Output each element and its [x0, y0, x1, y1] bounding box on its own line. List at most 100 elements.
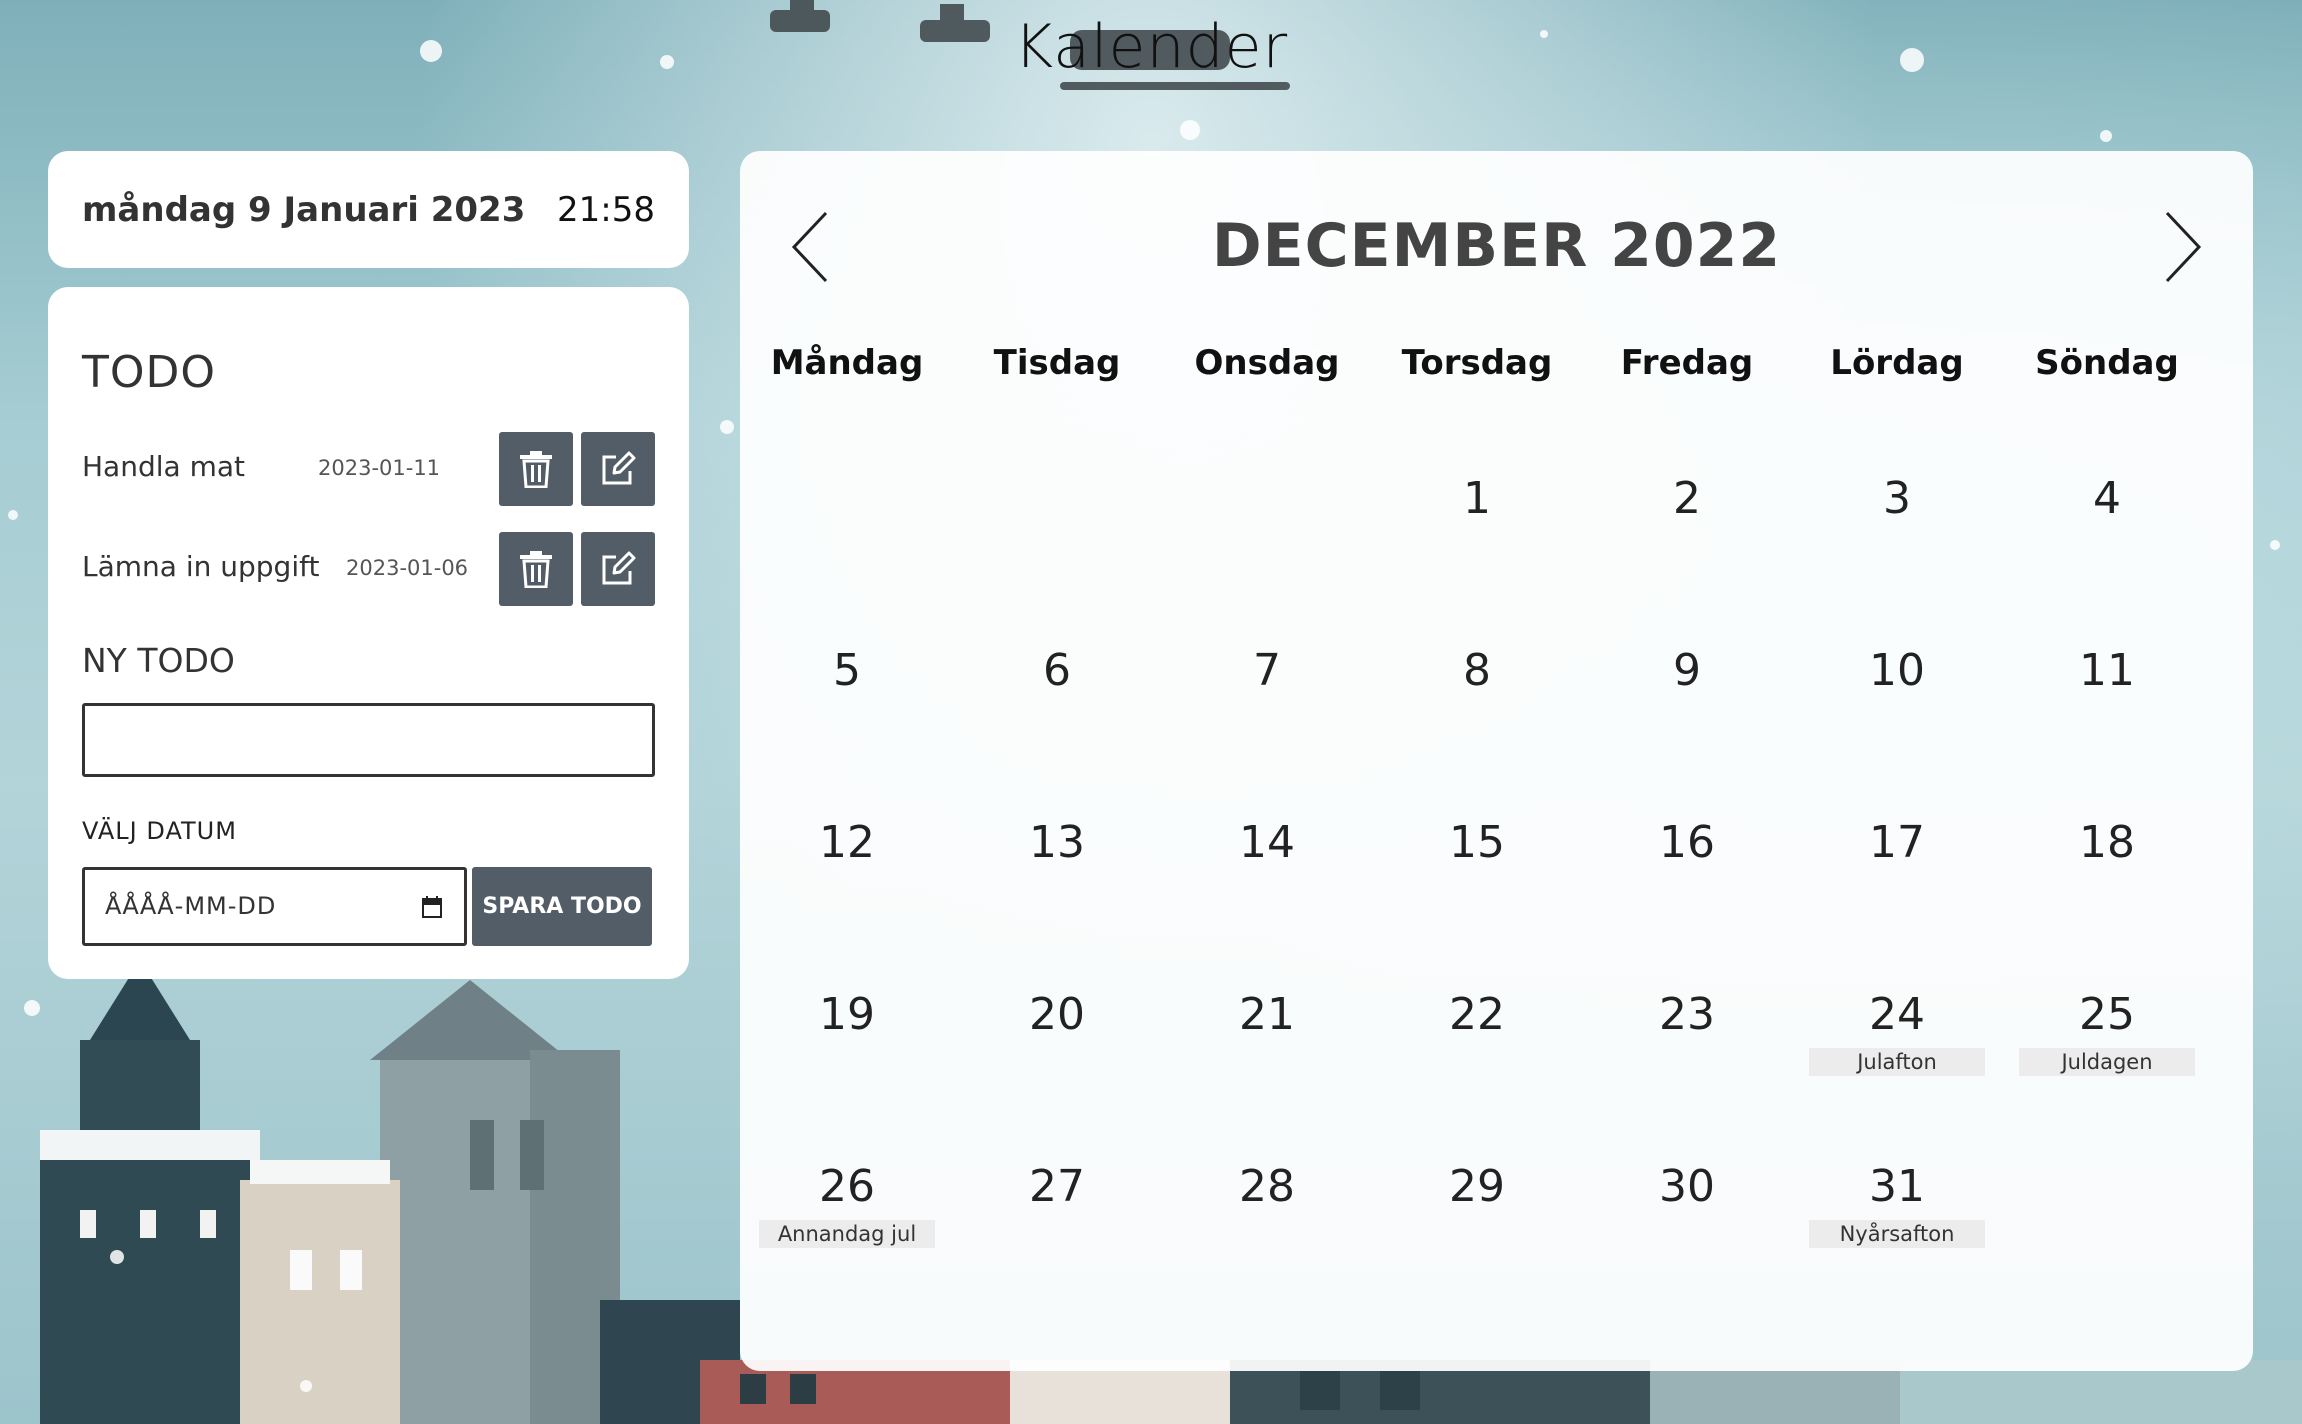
day-number: 18	[2079, 817, 2135, 868]
calendar-panel: DECEMBER 2022 Måndag Tisdag Onsdag Torsdag F…	[740, 151, 2253, 1371]
day-number: 9	[1673, 645, 1701, 696]
day-number: 11	[2079, 645, 2135, 696]
calendar-day[interactable]: 12	[742, 777, 952, 949]
day-number: 31	[1869, 1161, 1925, 1212]
calendar-day[interactable]: 2	[1582, 433, 1792, 605]
day-number: 26	[819, 1161, 875, 1212]
holiday-label: Nyårsafton	[1809, 1220, 1985, 1248]
todo-date-input[interactable]: ÅÅÅÅ-MM-DD	[82, 867, 467, 946]
calendar-day[interactable]: 30	[1582, 1121, 1792, 1293]
weekday-label: Lördag	[1830, 343, 1964, 383]
trash-icon	[520, 451, 552, 488]
weekday-label: Onsdag	[1194, 343, 1340, 383]
day-number: 4	[2093, 473, 2121, 524]
day-number: 20	[1029, 989, 1085, 1040]
calendar-day[interactable]: 3	[1792, 433, 2002, 605]
calendar-day[interactable]: 31 Nyårsafton	[1792, 1121, 2002, 1293]
day-number: 24	[1869, 989, 1925, 1040]
calendar-day[interactable]: 26 Annandag jul	[742, 1121, 952, 1293]
todo-item-date: 2023-01-11	[318, 456, 441, 480]
day-number: 5	[833, 645, 861, 696]
day-number: 19	[819, 989, 875, 1040]
todo-item-text: Handla mat	[82, 450, 245, 483]
day-number: 1	[1463, 473, 1491, 524]
weekday-label: Torsdag	[1401, 343, 1553, 383]
day-number: 25	[2079, 989, 2135, 1040]
month-title: DECEMBER 2022	[1211, 211, 1782, 281]
calendar-day[interactable]: 10	[1792, 605, 2002, 777]
day-number: 15	[1449, 817, 1505, 868]
day-number: 6	[1043, 645, 1071, 696]
delete-todo-button[interactable]	[499, 532, 573, 606]
calendar-day[interactable]: 27	[952, 1121, 1162, 1293]
day-number: 28	[1239, 1161, 1295, 1212]
calendar-day[interactable]: 13	[952, 777, 1162, 949]
calendar-day[interactable]: 25 Juldagen	[2002, 949, 2212, 1121]
holiday-label: Juldagen	[2019, 1048, 2195, 1076]
todo-item: Handla mat 2023-01-11	[82, 432, 655, 506]
current-date: måndag 9 Januari 2023	[82, 189, 526, 230]
calendar-day[interactable]: 11	[2002, 605, 2212, 777]
calendar-day[interactable]: 4	[2002, 433, 2212, 605]
calendar-day[interactable]: 18	[2002, 777, 2212, 949]
weekday-label: Fredag	[1620, 343, 1754, 383]
todo-panel: TODO Handla mat 2023-01-11 Lämna in uppg…	[48, 287, 689, 979]
todo-title: TODO	[82, 347, 217, 398]
calendar-day[interactable]: 7	[1162, 605, 1372, 777]
day-number: 13	[1029, 817, 1085, 868]
day-number: 27	[1029, 1161, 1085, 1212]
weekday-label: Måndag	[770, 343, 924, 383]
calendar-day[interactable]: 20	[952, 949, 1162, 1121]
calendar-day[interactable]: 23	[1582, 949, 1792, 1121]
calendar-day[interactable]: 21	[1162, 949, 1372, 1121]
current-time: 21:58	[557, 189, 655, 230]
edit-icon	[602, 551, 636, 585]
weekday-label: Söndag	[2035, 343, 2179, 383]
day-number: 8	[1463, 645, 1491, 696]
day-number: 22	[1449, 989, 1505, 1040]
day-number: 12	[819, 817, 875, 868]
calendar-day[interactable]: 5	[742, 605, 952, 777]
calendar-day[interactable]: 22	[1372, 949, 1582, 1121]
next-month-button[interactable]	[2153, 207, 2213, 287]
day-number: 10	[1869, 645, 1925, 696]
calendar-day[interactable]: 1	[1372, 433, 1582, 605]
trash-icon	[520, 551, 552, 588]
calendar-day[interactable]: 28	[1162, 1121, 1372, 1293]
calendar-day[interactable]: 15	[1372, 777, 1582, 949]
delete-todo-button[interactable]	[499, 432, 573, 506]
day-number: 14	[1239, 817, 1295, 868]
edit-todo-button[interactable]	[581, 432, 655, 506]
houses-left	[40, 960, 740, 1424]
edit-icon	[602, 451, 636, 485]
new-todo-title: NY TODO	[82, 641, 235, 680]
day-number: 29	[1449, 1161, 1505, 1212]
day-number: 16	[1659, 817, 1715, 868]
calendar-day[interactable]: 14	[1162, 777, 1372, 949]
day-number: 23	[1659, 989, 1715, 1040]
todo-item: Lämna in uppgift 2023-01-06	[82, 532, 655, 606]
calendar-day[interactable]: 17	[1792, 777, 2002, 949]
current-datetime-card: måndag 9 Januari 2023 21:58	[48, 151, 689, 268]
new-todo-input[interactable]	[82, 703, 655, 777]
app-title: Kalender	[1013, 12, 1289, 82]
day-number: 2	[1673, 473, 1701, 524]
calendar-icon[interactable]	[422, 896, 442, 918]
day-number: 7	[1253, 645, 1281, 696]
holiday-label: Annandag jul	[759, 1220, 935, 1248]
calendar-day[interactable]: 19	[742, 949, 952, 1121]
day-number: 17	[1869, 817, 1925, 868]
calendar-day[interactable]: 9	[1582, 605, 1792, 777]
calendar-day[interactable]: 6	[952, 605, 1162, 777]
weekday-label: Tisdag	[993, 343, 1121, 383]
save-todo-button[interactable]: SPARA TODO	[472, 867, 652, 946]
holiday-label: Julafton	[1809, 1048, 1985, 1076]
calendar-day[interactable]: 24 Julafton	[1792, 949, 2002, 1121]
calendar-day[interactable]: 29	[1372, 1121, 1582, 1293]
calendar-day[interactable]: 8	[1372, 605, 1582, 777]
edit-todo-button[interactable]	[581, 532, 655, 606]
day-number: 21	[1239, 989, 1295, 1040]
calendar-day[interactable]: 16	[1582, 777, 1792, 949]
day-number: 3	[1883, 473, 1911, 524]
todo-item-text: Lämna in uppgift	[82, 550, 320, 583]
